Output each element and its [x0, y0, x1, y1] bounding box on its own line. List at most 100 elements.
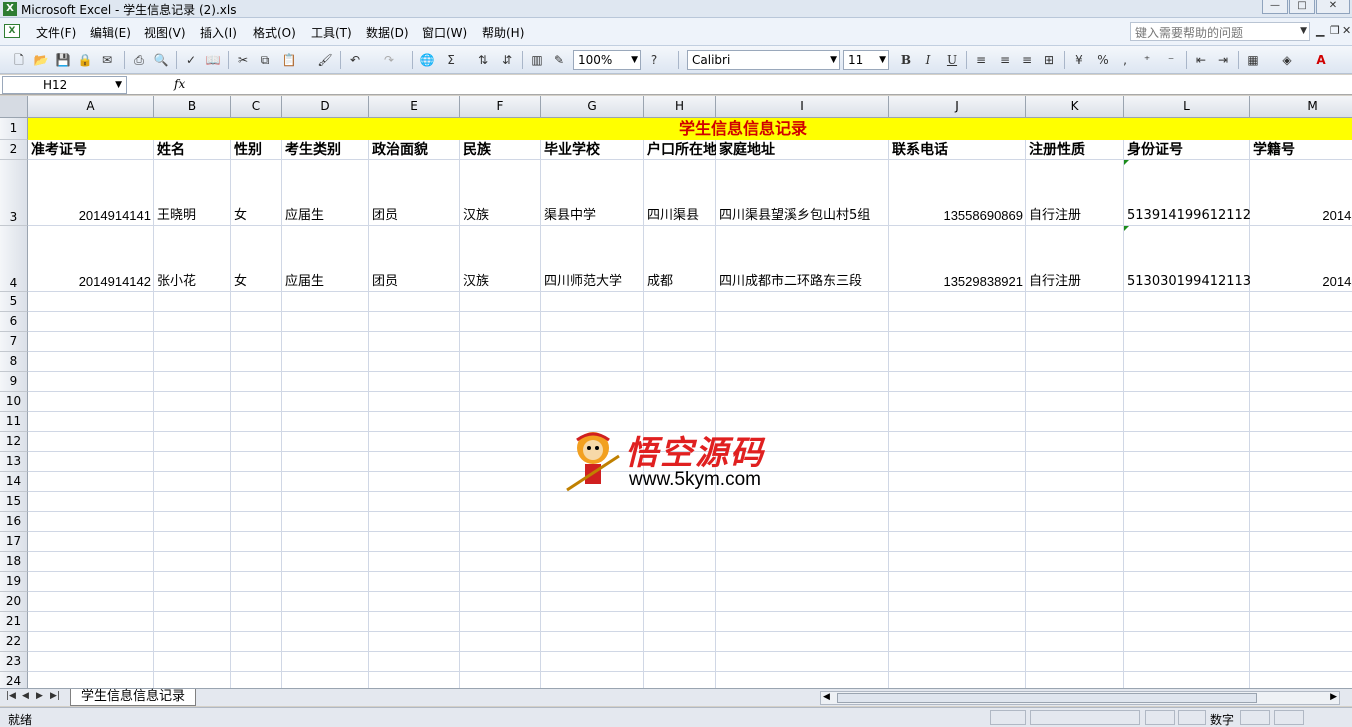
open-icon[interactable]: 📂 [32, 51, 50, 69]
borders-icon[interactable]: ▦ [1244, 51, 1262, 69]
print-icon[interactable]: ⎙ [130, 51, 148, 69]
menu-tools[interactable]: 工具(T) [311, 24, 352, 41]
cut-icon[interactable]: ✂ [234, 51, 252, 69]
column-header-j[interactable]: J [889, 96, 1026, 118]
row-header-24[interactable]: 24 [0, 672, 28, 688]
increase-decimal-icon[interactable]: ⁺ [1138, 51, 1156, 69]
next-sheet-icon[interactable]: ▶ [36, 691, 43, 701]
sheet-tab[interactable]: 学生信息信息记录 [70, 689, 197, 706]
row-header-19[interactable]: 19 [0, 572, 28, 592]
help-question-input[interactable]: 键入需要帮助的问题 ▼ [1130, 22, 1310, 41]
zoom-select[interactable]: 100% ▼ [573, 50, 641, 70]
column-header-m[interactable]: M [1250, 96, 1352, 118]
name-box[interactable]: H12 ▼ [2, 76, 127, 94]
new-icon[interactable]: 🗋 [10, 51, 28, 69]
align-center-icon[interactable]: ≡ [996, 51, 1014, 69]
row-header-8[interactable]: 8 [0, 352, 28, 372]
permission-icon[interactable]: 🔒 [76, 51, 94, 69]
header-cell[interactable]: 性别 [231, 140, 282, 160]
print-preview-icon[interactable]: 🔍 [152, 51, 170, 69]
row-header-11[interactable]: 11 [0, 412, 28, 432]
row-header-21[interactable]: 21 [0, 612, 28, 632]
chart-wizard-icon[interactable]: ▥ [528, 51, 546, 69]
chevron-down-icon[interactable]: ▼ [830, 55, 837, 65]
drawing-icon[interactable]: ✎ [550, 51, 568, 69]
table-cell[interactable]: 自行注册 [1026, 272, 1124, 292]
row-header-5[interactable]: 5 [0, 292, 28, 312]
row-header-15[interactable]: 15 [0, 492, 28, 512]
menu-insert[interactable]: 插入(I) [200, 24, 237, 41]
decrease-decimal-icon[interactable]: ⁻ [1162, 51, 1180, 69]
row-header-4[interactable]: 4 [0, 226, 28, 292]
table-cell[interactable]: 渠县中学 [541, 206, 644, 226]
header-cell[interactable]: 户口所在地 [644, 140, 716, 160]
maximize-icon[interactable]: □ [1289, 0, 1315, 14]
email-icon[interactable]: ✉ [98, 51, 116, 69]
table-cell[interactable]: 2014914141 [28, 206, 154, 226]
row-header-17[interactable]: 17 [0, 532, 28, 552]
table-cell[interactable]: 四川成都市二环路东三段 [716, 272, 889, 292]
save-icon[interactable]: 💾 [54, 51, 72, 69]
copy-icon[interactable]: ⧉ [256, 51, 274, 69]
error-indicator-icon[interactable] [1124, 226, 1129, 231]
last-sheet-icon[interactable]: ▶| [50, 691, 60, 701]
table-cell[interactable]: 2014305 [1250, 206, 1352, 226]
insert-function-icon[interactable]: fx [174, 77, 185, 91]
header-cell[interactable]: 考生类别 [282, 140, 369, 160]
scroll-right-icon[interactable]: ▶ [1330, 692, 1337, 702]
merge-center-icon[interactable]: ⊞ [1040, 51, 1058, 69]
italic-button[interactable]: I [919, 51, 937, 69]
minimize-icon[interactable]: — [1262, 0, 1288, 14]
underline-button[interactable]: U [943, 51, 961, 69]
table-cell[interactable]: 张小花 [154, 272, 231, 292]
scrollbar-thumb[interactable] [837, 693, 1257, 703]
row-header-12[interactable]: 12 [0, 432, 28, 452]
error-indicator-icon[interactable] [1124, 160, 1129, 165]
font-color-icon[interactable]: A [1312, 51, 1330, 69]
worksheet-grid[interactable]: ABCDEFGHIJKLM 1 2 3 4 5 6 7 8 9 10 11 12 13 14 15 16 17 1… [0, 96, 1352, 688]
select-all-corner[interactable] [0, 96, 28, 118]
table-cell[interactable]: 女 [231, 272, 282, 292]
decrease-indent-icon[interactable]: ⇤ [1192, 51, 1210, 69]
row-header-16[interactable]: 16 [0, 512, 28, 532]
menu-help[interactable]: 帮助(H) [482, 24, 524, 41]
row-header-3[interactable]: 3 [0, 160, 28, 226]
menu-window[interactable]: 窗口(W) [422, 24, 467, 41]
align-right-icon[interactable]: ≡ [1018, 51, 1036, 69]
align-left-icon[interactable]: ≡ [972, 51, 990, 69]
spelling-icon[interactable]: ✓ [182, 51, 200, 69]
header-cell[interactable]: 民族 [460, 140, 541, 160]
header-cell[interactable]: 身份证号 [1124, 140, 1250, 160]
sort-descending-icon[interactable]: ⇵ [498, 51, 516, 69]
row-header-18[interactable]: 18 [0, 552, 28, 572]
table-cell[interactable]: 团员 [369, 272, 460, 292]
sort-ascending-icon[interactable]: ⇅ [474, 51, 492, 69]
redo-icon[interactable]: ↷ [380, 51, 398, 69]
prev-sheet-icon[interactable]: ◀ [22, 691, 29, 701]
hyperlink-icon[interactable]: 🌐 [418, 51, 436, 69]
column-header-b[interactable]: B [154, 96, 231, 118]
column-header-g[interactable]: G [541, 96, 644, 118]
header-cell[interactable]: 毕业学校 [541, 140, 644, 160]
scroll-left-icon[interactable]: ◀ [823, 692, 830, 702]
chevron-down-icon[interactable]: ▼ [631, 55, 638, 65]
table-cell[interactable]: 成都 [644, 272, 716, 292]
table-cell[interactable]: 13558690869 [889, 206, 1026, 226]
table-cell[interactable]: 2014914142 [28, 272, 154, 292]
column-header-k[interactable]: K [1026, 96, 1124, 118]
column-header-l[interactable]: L [1124, 96, 1250, 118]
sheet-title[interactable]: 学生信息信息记录 [28, 118, 1352, 140]
table-cell[interactable]: 四川渠县 [644, 206, 716, 226]
column-header-h[interactable]: H [644, 96, 716, 118]
doc-restore-icon[interactable]: ❐ [1330, 24, 1340, 37]
increase-indent-icon[interactable]: ⇥ [1214, 51, 1232, 69]
chevron-down-icon[interactable]: ▼ [879, 55, 886, 65]
row-header-22[interactable]: 22 [0, 632, 28, 652]
menu-view[interactable]: 视图(V) [144, 24, 186, 41]
table-cell[interactable]: 四川师范大学 [541, 272, 644, 292]
first-sheet-icon[interactable]: |◀ [6, 691, 16, 701]
row-header-14[interactable]: 14 [0, 472, 28, 492]
help-icon[interactable]: ? [645, 51, 663, 69]
font-size-select[interactable]: 11 ▼ [843, 50, 889, 70]
header-cell[interactable]: 政治面貌 [369, 140, 460, 160]
